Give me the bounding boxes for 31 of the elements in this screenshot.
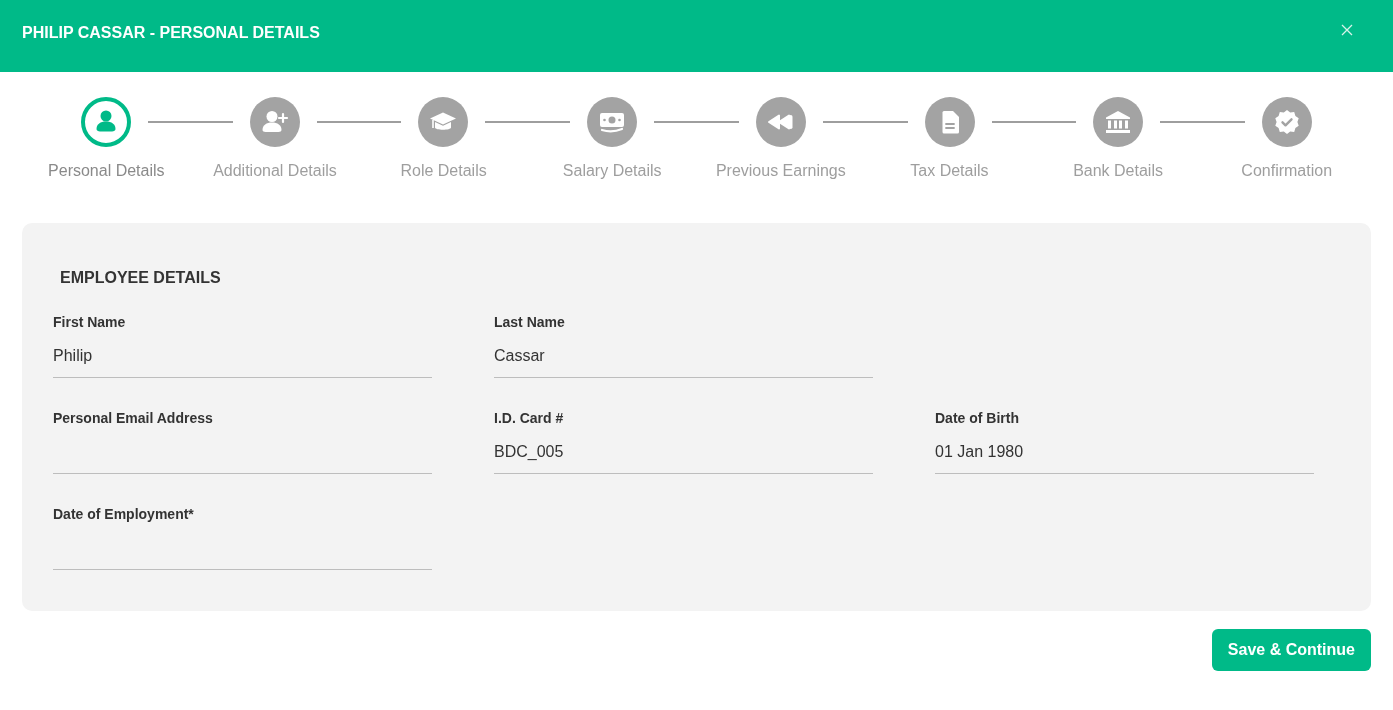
field-label: Date of Employment*: [53, 505, 195, 524]
save-button[interactable]: Save & Continue: [1211, 629, 1371, 671]
section-title: EMPLOYEE DETAILS: [60, 268, 222, 288]
document-icon[interactable]: [924, 97, 975, 147]
text-field[interactable]: BDC_005: [494, 434, 873, 474]
text-field[interactable]: Philip: [53, 338, 432, 378]
field-label: First Name: [53, 313, 127, 332]
step-label[interactable]: Tax Details: [910, 161, 989, 181]
rewind-icon[interactable]: [755, 97, 806, 147]
step-label[interactable]: Additional Details: [213, 161, 337, 181]
field-label: Date of Birth: [935, 409, 1020, 428]
window-title: PHILIP CASSAR - PERSONAL DETAILS: [22, 23, 320, 43]
field-label: I.D. Card #: [494, 409, 565, 428]
step-label[interactable]: Previous Earnings: [715, 161, 846, 181]
step-label[interactable]: Bank Details: [1073, 161, 1163, 181]
close-icon: [1341, 24, 1353, 36]
badge-check-icon[interactable]: [1262, 97, 1313, 147]
field-label: Personal Email Address: [53, 409, 214, 428]
step-label[interactable]: Confirmation: [1241, 161, 1333, 181]
banknote-icon[interactable]: [587, 97, 638, 147]
text-field[interactable]: 01 Jan 1980: [935, 434, 1314, 474]
person-plus-icon[interactable]: [249, 97, 300, 147]
graduation-cap-icon[interactable]: [418, 97, 469, 147]
step-label[interactable]: Role Details: [400, 161, 487, 181]
person-icon[interactable]: [81, 97, 131, 147]
field-label: Last Name: [494, 313, 566, 332]
close-button[interactable]: [1341, 24, 1353, 36]
step-label[interactable]: Personal Details: [48, 161, 165, 181]
step-label[interactable]: Salary Details: [562, 161, 662, 181]
bank-icon[interactable]: [1093, 97, 1144, 147]
text-field[interactable]: Cassar: [494, 338, 873, 378]
